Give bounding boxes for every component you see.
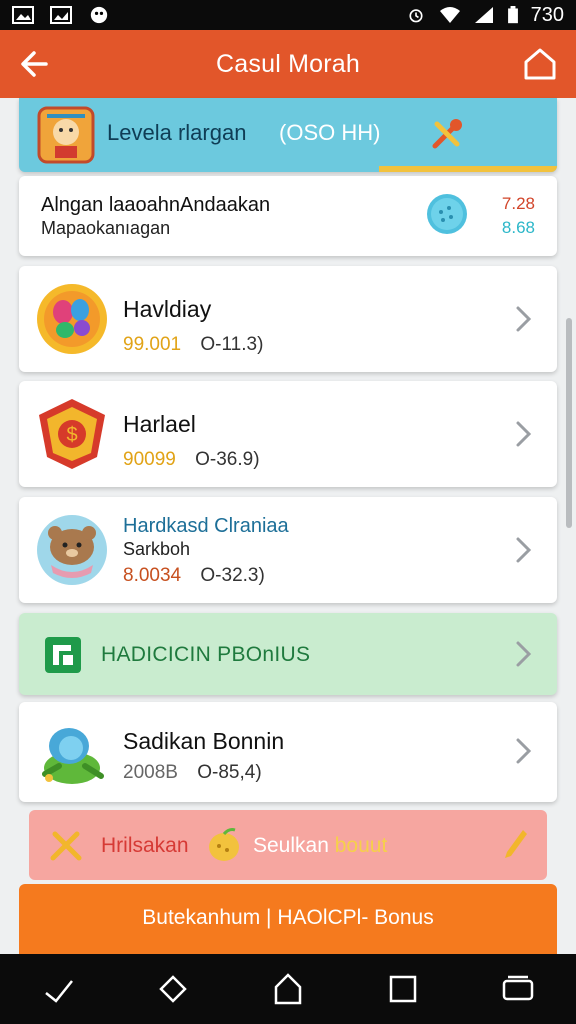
info-line-1: Alngan laaoahnAndaakan xyxy=(41,194,271,216)
info-value-2: 8.68 xyxy=(501,218,535,237)
home-icon[interactable] xyxy=(520,44,560,84)
signal-icon xyxy=(474,7,493,23)
app-bar: Casul Morah xyxy=(0,30,576,98)
pencil-icon xyxy=(505,830,527,858)
game-amount: 99.001 xyxy=(123,334,182,355)
game-stats: 90099 O-36.9) xyxy=(123,449,260,471)
chevron-right-icon xyxy=(516,641,532,667)
scrollbar[interactable] xyxy=(566,318,572,528)
list-item[interactable]: $ Harlael 90099 O-36.9) xyxy=(19,381,557,487)
info-card[interactable]: Alngan laaoahnAndaakan Mapaokanıagan 7.2… xyxy=(19,176,557,256)
status-bar: 730 xyxy=(0,0,576,30)
fruit-icon xyxy=(209,828,239,861)
bonus-action-banner[interactable]: Butekanhum | HAOlCPl- Bonus xyxy=(19,884,557,954)
promo-label-2-main: Seulkan xyxy=(253,834,335,857)
game-subtitle: Sarkboh xyxy=(123,539,191,559)
back-arrow-icon[interactable] xyxy=(16,44,56,84)
level-banner[interactable]: Levela rlargan (OSO HH) xyxy=(19,98,557,172)
promo-label-2: Seulkan bouut xyxy=(253,834,387,858)
game-rate: O-36.9) xyxy=(195,449,260,470)
home-nav-icon[interactable] xyxy=(268,969,308,1009)
bonus-banner[interactable]: HADICICIN PBOnIUS xyxy=(19,613,557,695)
tools-icon xyxy=(432,119,462,149)
chevron-right-icon xyxy=(516,421,532,447)
game-title: Hardkasd Clraniaa xyxy=(123,515,289,537)
game-amount: 90099 xyxy=(123,449,176,470)
bonus-logo-icon xyxy=(45,637,81,673)
bonus-banner-label: HADICICIN PBOnIUS xyxy=(101,643,311,666)
list-item[interactable]: Sadikan Bonnin 2008B O-85,4) xyxy=(19,702,557,802)
notification-icon xyxy=(90,6,108,24)
bonus-action-label: Butekanhum | HAOlCPl- Bonus xyxy=(142,906,434,929)
alarm-icon xyxy=(409,9,423,23)
page-title: Casul Morah xyxy=(216,49,360,78)
palette-icon xyxy=(37,284,107,354)
system-nav-bar xyxy=(0,954,576,1024)
promo-label-1: Hrilsakan xyxy=(101,834,189,857)
level-name: Levela rlargan xyxy=(107,120,247,145)
svg-text:$: $ xyxy=(66,424,77,446)
level-progress-underline xyxy=(379,166,557,172)
wifi-icon xyxy=(439,7,460,23)
game-stats: 2008B O-85,4) xyxy=(123,762,262,784)
chevron-right-icon xyxy=(516,306,532,332)
coin-badge-icon: $ xyxy=(39,399,105,469)
game-stats: 99.001 O-11.3) xyxy=(123,334,263,356)
battery-icon xyxy=(507,6,518,24)
game-amount: 8.0034 xyxy=(123,565,182,586)
recents-icon[interactable] xyxy=(383,969,423,1009)
tools-icon xyxy=(50,831,82,861)
chevron-right-icon xyxy=(516,537,532,563)
gallery-icon xyxy=(50,6,72,24)
dismiss-icon[interactable] xyxy=(38,969,78,1009)
level-time: (OSO HH) xyxy=(279,120,381,145)
game-stats: 8.0034 O-32.3) xyxy=(123,565,265,587)
game-title: Havldiay xyxy=(123,296,212,322)
info-line-2: Mapaokanıagan xyxy=(41,218,171,238)
game-rate: O-32.3) xyxy=(200,565,265,586)
status-time: 730 xyxy=(530,3,564,26)
bear-icon xyxy=(37,515,107,585)
image-icon xyxy=(12,6,34,24)
frog-icon xyxy=(42,728,104,784)
menu-icon[interactable] xyxy=(498,969,538,1009)
ball-icon xyxy=(427,194,467,234)
back-icon[interactable] xyxy=(153,969,193,1009)
game-title: Sadikan Bonnin xyxy=(123,728,285,754)
chevron-right-icon xyxy=(516,738,532,764)
promo-banner[interactable]: Hrilsakan Seulkan bouut xyxy=(29,810,547,880)
content-area[interactable]: Levela rlargan (OSO HH) Alngan laaoahnAn… xyxy=(0,98,576,954)
game-rate: O-11.3) xyxy=(200,334,264,355)
game-rate: O-85,4) xyxy=(197,762,262,783)
promo-label-2-highlight: bouut xyxy=(334,834,388,857)
info-value-1: 7.28 xyxy=(501,194,535,213)
game-amount: 2008B xyxy=(123,762,178,783)
list-item[interactable]: Havldiay 99.001 O-11.3) xyxy=(19,266,557,372)
mascot-badge-icon xyxy=(37,106,95,164)
game-title: Harlael xyxy=(123,411,196,437)
list-item[interactable]: Hardkasd Clraniaa Sarkboh 8.0034 O-32.3) xyxy=(19,497,557,603)
